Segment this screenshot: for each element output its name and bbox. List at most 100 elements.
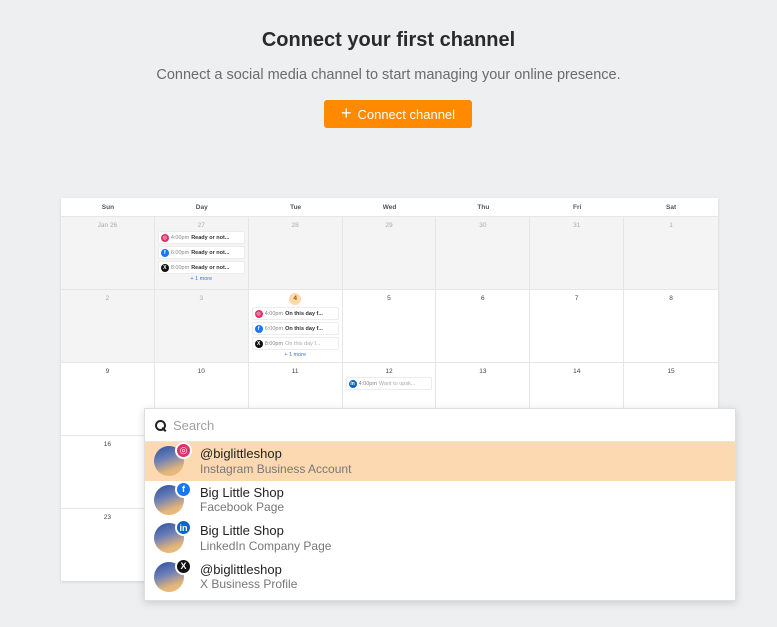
post-text: Ready or not... <box>191 249 230 256</box>
instagram-icon: ◎ <box>160 233 169 242</box>
avatar: in <box>154 519 192 554</box>
account-option[interactable]: X @biglittleshop X Business Profile <box>145 557 735 597</box>
day-header: Thu <box>477 204 490 211</box>
calendar-day[interactable]: 8 <box>624 290 718 362</box>
calendar-day[interactable]: 7 <box>530 290 625 362</box>
day-number: 23 <box>103 514 112 521</box>
day-number: 7 <box>574 295 579 302</box>
post-text: On this day f... <box>285 310 323 317</box>
calendar-day[interactable]: 3 <box>154 290 249 362</box>
account-option[interactable]: f Big Little Shop Facebook Page <box>145 480 735 520</box>
calendar-day[interactable]: 5 <box>343 290 437 362</box>
account-info: @biglittleshop Instagram Business Account <box>200 446 351 476</box>
calendar-day[interactable]: 29 <box>342 217 437 289</box>
scheduled-post[interactable]: f 6:00pm On this day f... <box>251 322 339 335</box>
scheduled-post[interactable]: f 6:00pm Ready or not... <box>157 246 245 259</box>
account-info: @biglittleshop X Business Profile <box>200 562 297 592</box>
account-name: Big Little Shop <box>200 484 284 500</box>
day-number: 11 <box>291 368 299 375</box>
post-time: 4:00pm <box>358 380 377 387</box>
calendar-day[interactable]: 6 <box>436 290 531 362</box>
day-number: 12 <box>385 368 393 375</box>
day-number: 1 <box>669 222 673 229</box>
post-text: On this day f... <box>285 340 321 347</box>
page-subtitle: Connect a social media channel to start … <box>156 67 621 83</box>
facebook-icon: f <box>254 324 263 333</box>
linkedin-icon: in <box>348 379 357 388</box>
account-type: X Business Profile <box>200 577 298 592</box>
instagram-icon: ◎ <box>175 442 192 460</box>
day-number: 6 <box>481 295 485 302</box>
calendar-day[interactable]: 4 ◎ 4:00pm On this day f... f 6:00pm On this d… <box>249 290 343 362</box>
post-text: Ready or not... <box>191 264 230 271</box>
day-number: 3 <box>199 295 204 302</box>
day-number: 15 <box>667 368 675 375</box>
post-time: 4:00pm <box>170 234 190 241</box>
account-option[interactable]: in Big Little Shop LinkedIn Company Page <box>145 519 735 558</box>
day-number: 16 <box>103 441 112 448</box>
x-icon: X <box>175 557 192 575</box>
day-number: 30 <box>479 222 487 229</box>
day-number: 13 <box>479 368 487 375</box>
day-number: 29 <box>385 222 393 229</box>
day-header: Fri <box>573 204 582 211</box>
calendar-day[interactable]: 2 <box>61 290 155 362</box>
day-number: 31 <box>573 222 581 229</box>
account-option[interactable]: ◎ @biglittleshop Instagram Business Accoun… <box>145 442 735 481</box>
day-header: Tue <box>290 204 302 211</box>
day-header: Sun <box>101 204 115 211</box>
day-header: Wed <box>382 204 397 211</box>
day-number: 9 <box>105 368 110 375</box>
calendar-day-headers: Sun Day Tue Wed Thu Fri Sat <box>61 198 718 217</box>
account-info: Big Little Shop LinkedIn Company Page <box>200 523 331 553</box>
calendar-day[interactable]: Jan 26 <box>61 217 155 289</box>
x-icon: X <box>254 339 263 348</box>
calendar-day[interactable]: 23 <box>61 509 155 581</box>
account-name: @biglittleshop <box>200 561 282 577</box>
scheduled-post[interactable]: X 8:00pm On this day f... <box>251 337 339 350</box>
calendar-day[interactable]: 16 <box>61 436 155 508</box>
more-posts-link[interactable]: + 1 more <box>155 276 248 282</box>
day-number: 14 <box>573 368 581 375</box>
calendar-day[interactable]: 30 <box>436 217 531 289</box>
day-header: Day <box>195 204 208 211</box>
scheduled-post[interactable]: ◎ 4:00pm On this day f... <box>251 307 339 320</box>
more-posts-link[interactable]: + 1 more <box>249 352 342 358</box>
plus-icon: + <box>340 103 352 123</box>
post-text: Want to upsk... <box>378 380 416 387</box>
post-time: 6:00pm <box>170 249 190 256</box>
account-type: LinkedIn Company Page <box>200 538 332 553</box>
connect-channel-label: Connect channel <box>357 106 456 122</box>
day-number: Jan 26 <box>97 222 118 229</box>
calendar-week: Jan 26 27 ◎ 4:00pm Ready or not... f 6:00pm Rea… <box>61 217 718 290</box>
day-number: 28 <box>291 222 299 229</box>
calendar-day[interactable]: 1 <box>624 217 718 289</box>
scheduled-post[interactable]: X 8:00pm Ready or not... <box>157 261 245 274</box>
calendar-day[interactable]: 9 <box>61 363 155 435</box>
search-input[interactable] <box>173 417 673 433</box>
post-time: 8:00pm <box>170 264 190 271</box>
calendar-day[interactable]: 31 <box>530 217 625 289</box>
account-name: @biglittleshop <box>200 446 282 462</box>
calendar-day[interactable]: 27 ◎ 4:00pm Ready or not... f 6:00pm Ready or … <box>154 217 249 289</box>
channel-picker: ◎ @biglittleshopInstagram Business Accoun… <box>144 408 736 601</box>
connect-channel-button[interactable]: + Connect channel <box>324 100 472 128</box>
post-time: 6:00pm <box>264 325 284 332</box>
day-number: 8 <box>669 295 673 302</box>
day-header: Sat <box>666 204 677 211</box>
calendar-day[interactable]: 28 <box>248 217 343 289</box>
avatar: ◎ <box>154 442 192 477</box>
linkedin-icon: in <box>175 519 192 537</box>
post-time: 8:00pm <box>264 340 284 347</box>
avatar: X <box>154 557 192 592</box>
account-type: Facebook Page <box>200 500 285 515</box>
scheduled-post[interactable]: ◎ 4:00pm Ready or not... <box>157 231 245 244</box>
account-name: Big Little Shop <box>200 523 284 539</box>
facebook-icon: f <box>160 248 169 257</box>
scheduled-post[interactable]: in 4:00pm Want to upsk... <box>345 377 433 390</box>
account-list: ◎ @biglittleshop Instagram Business Accoun… <box>145 442 735 596</box>
post-time: 4:00pm <box>264 310 284 317</box>
search-bar <box>145 409 735 442</box>
day-number: 27 <box>197 222 205 229</box>
instagram-icon: ◎ <box>254 309 263 318</box>
